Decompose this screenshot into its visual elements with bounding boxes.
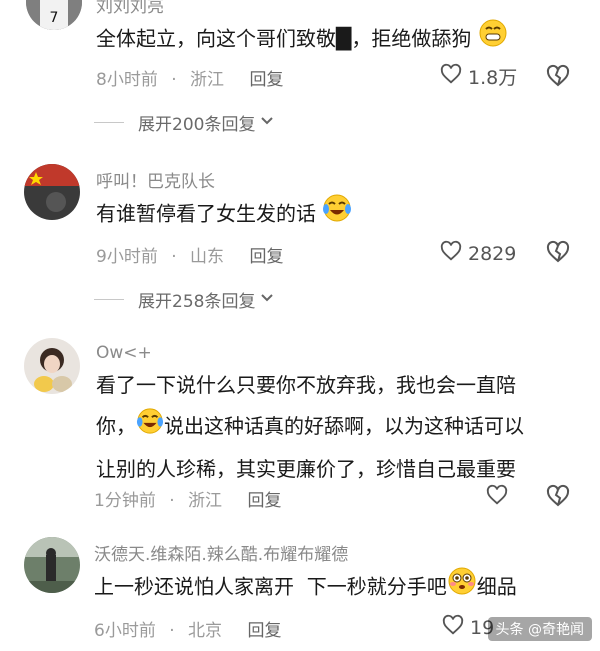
heart-icon — [486, 484, 508, 511]
comment-meta: 9小时前 · 山东 回复 — [96, 242, 283, 267]
comment-time: 8小时前 — [96, 70, 158, 90]
expand-replies[interactable]: 展开258条回复 — [94, 287, 275, 312]
reply-button[interactable]: 回复 — [247, 621, 281, 641]
comment-location: 浙江 — [190, 70, 225, 90]
avatar[interactable]: 7 — [26, 0, 82, 30]
dislike-button[interactable] — [546, 64, 570, 92]
chevron-down-icon — [259, 112, 275, 133]
divider-line — [94, 299, 124, 300]
dislike-button[interactable] — [546, 240, 570, 268]
comment-meta: 6小时前 · 北京 回复 — [94, 616, 281, 641]
svg-text:7: 7 — [50, 10, 59, 26]
separator: · — [169, 621, 175, 641]
username[interactable]: 刘刘刘亮 — [96, 0, 164, 17]
like-button[interactable]: 19 — [442, 614, 494, 641]
broken-heart-icon — [546, 64, 570, 92]
expand-replies[interactable]: 展开200条回复 — [94, 110, 275, 135]
reply-button[interactable]: 回复 — [247, 491, 281, 511]
like-button[interactable]: 2829 — [440, 240, 516, 267]
comment-location: 北京 — [188, 621, 223, 641]
expand-replies-label: 展开200条回复 — [138, 115, 256, 135]
laugh-cry-emoji — [322, 193, 352, 237]
comment-location: 山东 — [190, 247, 225, 267]
laugh-cry-emoji — [136, 407, 164, 449]
comment-text-line: 你， 说出这种话真的好舔啊，以为这种话可以 — [96, 406, 576, 449]
grin-emoji — [478, 18, 508, 62]
broken-heart-icon — [546, 484, 570, 512]
like-button[interactable] — [486, 484, 508, 511]
separator: · — [169, 491, 175, 511]
separator: · — [171, 70, 177, 90]
like-count: 2829 — [468, 242, 517, 265]
flushed-emoji — [447, 566, 477, 610]
like-count: 1.8万 — [468, 67, 518, 89]
heart-icon — [440, 240, 462, 267]
avatar[interactable] — [24, 164, 80, 220]
dislike-button[interactable] — [546, 484, 570, 512]
separator: · — [171, 247, 177, 267]
divider-line — [94, 122, 124, 123]
reply-button[interactable]: 回复 — [249, 247, 283, 267]
chevron-down-icon — [259, 289, 275, 310]
heart-icon — [440, 63, 462, 90]
avatar[interactable] — [24, 338, 80, 394]
comment-text: 看了一下说什么只要你不放弃我，我也会一直陪 你， 说出这种话真的好舔啊，以为这种话… — [96, 365, 576, 490]
comment-time: 6小时前 — [94, 621, 156, 641]
broken-heart-icon — [546, 240, 570, 268]
comment-text: 有谁暂停看了女生发的话 — [96, 193, 576, 237]
username[interactable]: Ow<+ — [96, 343, 152, 363]
expand-replies-label: 展开258条回复 — [138, 292, 256, 312]
comment-time: 9小时前 — [96, 247, 158, 267]
comment-text: 上一秒还说怕人家离开 下一秒就分手吧 细品 — [94, 566, 594, 610]
username[interactable]: 呼叫！巴克队长 — [96, 167, 215, 192]
comment-meta: 1分钟前 · 浙江 回复 — [94, 486, 281, 511]
avatar[interactable] — [24, 537, 80, 593]
like-button[interactable]: 1.8万 — [440, 63, 517, 90]
comment-location: 浙江 — [188, 491, 223, 511]
comment-meta: 8小时前 · 浙江 回复 — [96, 65, 283, 90]
username[interactable]: 沃德天.维森陌.辣么酷.布耀布耀德 — [94, 540, 348, 565]
reply-button[interactable]: 回复 — [249, 70, 283, 90]
heart-icon — [442, 614, 464, 641]
comment-time: 1分钟前 — [94, 491, 156, 511]
watermark: 头条 @奇艳闻 — [487, 617, 592, 641]
comment-text-line: 看了一下说什么只要你不放弃我，我也会一直陪 — [96, 373, 516, 397]
comment-text: 全体起立，向这个哥们致敬█，拒绝做舔狗 — [96, 18, 576, 62]
